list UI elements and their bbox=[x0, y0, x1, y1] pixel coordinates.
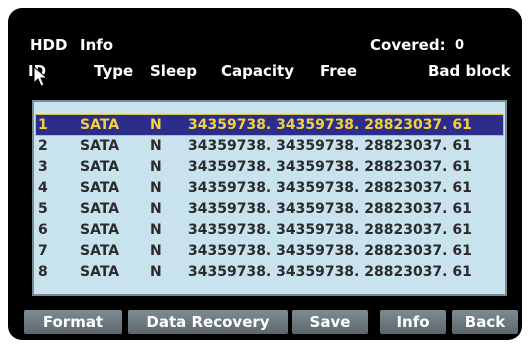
table-row[interactable]: 3 SATA N 34359738. 34359738. 28823037. 6… bbox=[36, 157, 503, 177]
column-header-bad-block[interactable]: Bad block bbox=[428, 62, 511, 80]
title-hdd: HDD bbox=[30, 36, 68, 54]
row-values: 34359738. 34359738. 28823037. 61 bbox=[188, 180, 472, 196]
column-header-free[interactable]: Free bbox=[320, 62, 357, 80]
row-values: 34359738. 34359738. 28823037. 61 bbox=[188, 117, 472, 133]
format-button[interactable]: Format bbox=[24, 310, 122, 334]
screen: HDD Info Covered: 0 ID Type Sleep Capaci… bbox=[0, 0, 530, 345]
row-sleep: N bbox=[150, 138, 162, 154]
table-row[interactable]: 8 SATA N 34359738. 34359738. 28823037. 6… bbox=[36, 262, 503, 282]
hdd-list[interactable]: 1 SATA N 34359738. 34359738. 28823037. 6… bbox=[32, 100, 507, 296]
table-row[interactable]: 2 SATA N 34359738. 34359738. 28823037. 6… bbox=[36, 136, 503, 156]
row-values: 34359738. 34359738. 28823037. 61 bbox=[188, 222, 472, 238]
row-id: 2 bbox=[38, 138, 48, 154]
row-sleep: N bbox=[150, 243, 162, 259]
row-values: 34359738. 34359738. 28823037. 61 bbox=[188, 243, 472, 259]
row-id: 7 bbox=[38, 243, 48, 259]
row-type: SATA bbox=[80, 180, 120, 196]
row-type: SATA bbox=[80, 264, 120, 280]
back-button[interactable]: Back bbox=[452, 310, 518, 334]
row-sleep: N bbox=[150, 201, 162, 217]
row-type: SATA bbox=[80, 222, 120, 238]
row-id: 4 bbox=[38, 180, 48, 196]
row-values: 34359738. 34359738. 28823037. 61 bbox=[188, 159, 472, 175]
save-button[interactable]: Save bbox=[292, 310, 368, 334]
row-sleep: N bbox=[150, 117, 162, 133]
table-row[interactable]: 4 SATA N 34359738. 34359738. 28823037. 6… bbox=[36, 178, 503, 198]
row-id: 3 bbox=[38, 159, 48, 175]
row-sleep: N bbox=[150, 222, 162, 238]
row-id: 5 bbox=[38, 201, 48, 217]
row-sleep: N bbox=[150, 159, 162, 175]
mouse-pointer-icon bbox=[33, 66, 49, 87]
table-row[interactable]: 6 SATA N 34359738. 34359738. 28823037. 6… bbox=[36, 220, 503, 240]
info-button[interactable]: Info bbox=[380, 310, 446, 334]
row-type: SATA bbox=[80, 138, 120, 154]
data-recovery-button[interactable]: Data Recovery bbox=[128, 310, 288, 334]
row-id: 1 bbox=[38, 117, 48, 133]
covered-value: 0 bbox=[455, 38, 465, 53]
table-row[interactable]: 1 SATA N 34359738. 34359738. 28823037. 6… bbox=[35, 114, 504, 136]
row-values: 34359738. 34359738. 28823037. 61 bbox=[188, 138, 472, 154]
row-values: 34359738. 34359738. 28823037. 61 bbox=[188, 201, 472, 217]
covered-label: Covered: bbox=[370, 36, 446, 54]
row-id: 6 bbox=[38, 222, 48, 238]
title-info: Info bbox=[80, 36, 114, 54]
row-type: SATA bbox=[80, 117, 120, 133]
column-header-sleep[interactable]: Sleep bbox=[150, 62, 197, 80]
row-values: 34359738. 34359738. 28823037. 61 bbox=[188, 264, 472, 280]
hdd-info-dialog: HDD Info Covered: 0 ID Type Sleep Capaci… bbox=[8, 8, 522, 340]
table-row[interactable]: 5 SATA N 34359738. 34359738. 28823037. 6… bbox=[36, 199, 503, 219]
button-bar: Format Data Recovery Save Info Back bbox=[24, 310, 520, 336]
column-header-capacity[interactable]: Capacity bbox=[221, 62, 294, 80]
row-sleep: N bbox=[150, 180, 162, 196]
row-type: SATA bbox=[80, 243, 120, 259]
row-type: SATA bbox=[80, 201, 120, 217]
table-row[interactable]: 7 SATA N 34359738. 34359738. 28823037. 6… bbox=[36, 241, 503, 261]
column-header-type[interactable]: Type bbox=[94, 62, 133, 80]
row-id: 8 bbox=[38, 264, 48, 280]
row-type: SATA bbox=[80, 159, 120, 175]
row-sleep: N bbox=[150, 264, 162, 280]
